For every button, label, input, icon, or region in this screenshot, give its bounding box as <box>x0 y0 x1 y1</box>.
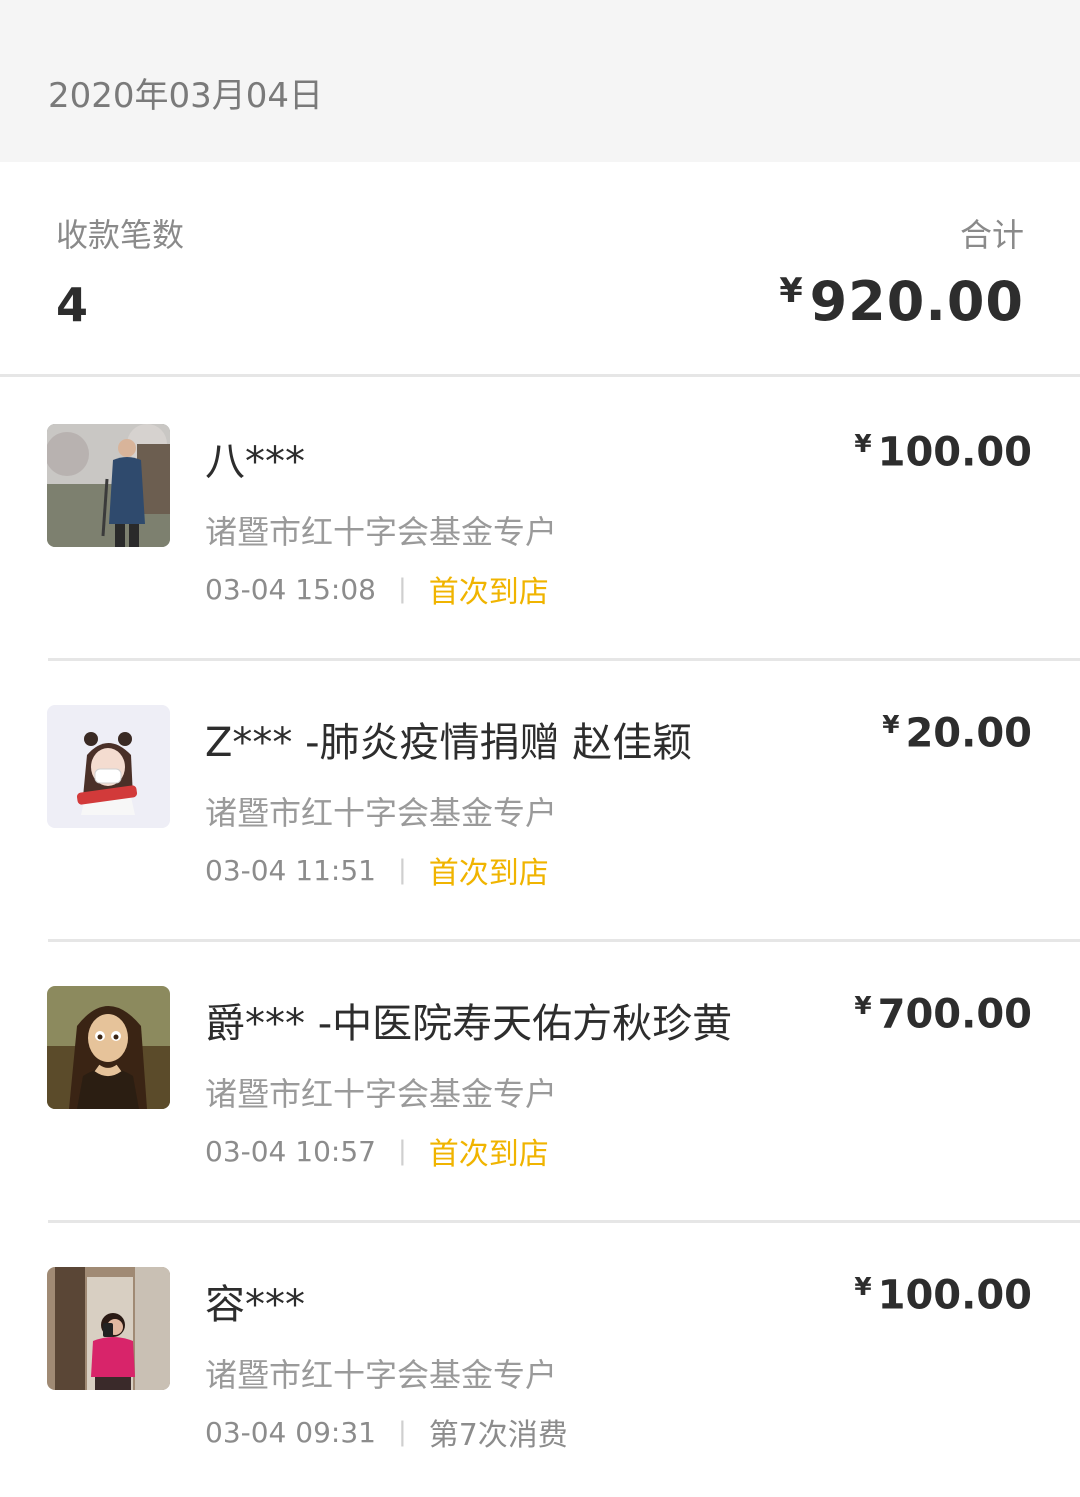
transaction-meta: 03-04 09:31 | 第7次消费 <box>205 1410 568 1454</box>
total-amount-value: 920.00 <box>809 270 1024 333</box>
transaction-amount: ¥700.00 <box>854 991 1032 1038</box>
date-header: 2020年03月04日 <box>0 0 1080 162</box>
visit-tag: 首次到店 <box>428 575 549 610</box>
transaction-meta: 03-04 15:08 | 首次到店 <box>205 567 549 611</box>
summary-panel: 收款笔数 4 合计 ¥920.00 <box>0 162 1080 377</box>
transaction-row[interactable]: 容*** 诸暨市红十字会基金专户 03-04 09:31 | 第7次消费 ¥10… <box>0 1220 1080 1497</box>
currency-symbol: ¥ <box>854 429 872 458</box>
amount-value: 100.00 <box>877 429 1032 476</box>
transaction-amount: ¥100.00 <box>854 429 1032 476</box>
payer-name: 爵*** -中医院寿天佑方秋珍黄 <box>205 1001 733 1047</box>
visit-tag: 第7次消费 <box>428 1418 568 1453</box>
amount-value: 700.00 <box>877 991 1032 1038</box>
transaction-row[interactable]: Z*** -肺炎疫情捐赠 赵佳颖 诸暨市红十字会基金专户 03-04 11:51… <box>0 658 1080 939</box>
transaction-list: 八*** 诸暨市红十字会基金专户 03-04 15:08 | 首次到店 ¥100… <box>0 377 1080 1497</box>
account-name: 诸暨市红十字会基金专户 <box>205 1356 558 1394</box>
currency-symbol: ¥ <box>779 270 804 310</box>
mona-lisa-cartoon-icon <box>47 986 170 1109</box>
separator: | <box>397 574 407 604</box>
transaction-row[interactable]: 八*** 诸暨市红十字会基金专户 03-04 15:08 | 首次到店 ¥100… <box>0 377 1080 658</box>
transaction-amount: ¥20.00 <box>882 710 1032 757</box>
transaction-amount: ¥100.00 <box>854 1272 1032 1319</box>
account-name: 诸暨市红十字会基金专户 <box>205 1075 558 1113</box>
amount-value: 20.00 <box>905 710 1032 757</box>
cartoon-girl-mask-icon <box>47 705 170 828</box>
transaction-time: 03-04 15:08 <box>205 572 376 606</box>
selfie-mirror-icon <box>47 1267 170 1390</box>
payer-name: 八*** <box>205 439 305 485</box>
separator: | <box>397 855 407 885</box>
payment-count-label: 收款笔数 <box>56 216 185 254</box>
photo-man-outdoors-icon <box>47 424 170 547</box>
transaction-meta: 03-04 10:57 | 首次到店 <box>205 1129 549 1173</box>
visit-tag: 首次到店 <box>428 856 549 891</box>
payer-name: Z*** -肺炎疫情捐赠 赵佳颖 <box>205 720 693 766</box>
account-name: 诸暨市红十字会基金专户 <box>205 794 558 832</box>
currency-symbol: ¥ <box>854 1272 872 1301</box>
visit-tag: 首次到店 <box>428 1137 549 1172</box>
transaction-time: 03-04 09:31 <box>205 1415 376 1449</box>
currency-symbol: ¥ <box>854 991 872 1020</box>
separator: | <box>397 1136 407 1166</box>
transaction-row[interactable]: 爵*** -中医院寿天佑方秋珍黄 诸暨市红十字会基金专户 03-04 10:57… <box>0 939 1080 1220</box>
transaction-meta: 03-04 11:51 | 首次到店 <box>205 848 549 892</box>
payment-count-value: 4 <box>56 278 89 332</box>
transaction-time: 03-04 10:57 <box>205 1134 376 1168</box>
total-label: 合计 <box>959 216 1024 254</box>
date-label: 2020年03月04日 <box>48 76 324 116</box>
currency-symbol: ¥ <box>882 710 900 739</box>
separator: | <box>397 1417 407 1447</box>
amount-value: 100.00 <box>877 1272 1032 1319</box>
total-amount: ¥920.00 <box>779 270 1024 333</box>
account-name: 诸暨市红十字会基金专户 <box>205 513 558 551</box>
transaction-time: 03-04 11:51 <box>205 853 376 887</box>
payer-name: 容*** <box>205 1282 305 1328</box>
